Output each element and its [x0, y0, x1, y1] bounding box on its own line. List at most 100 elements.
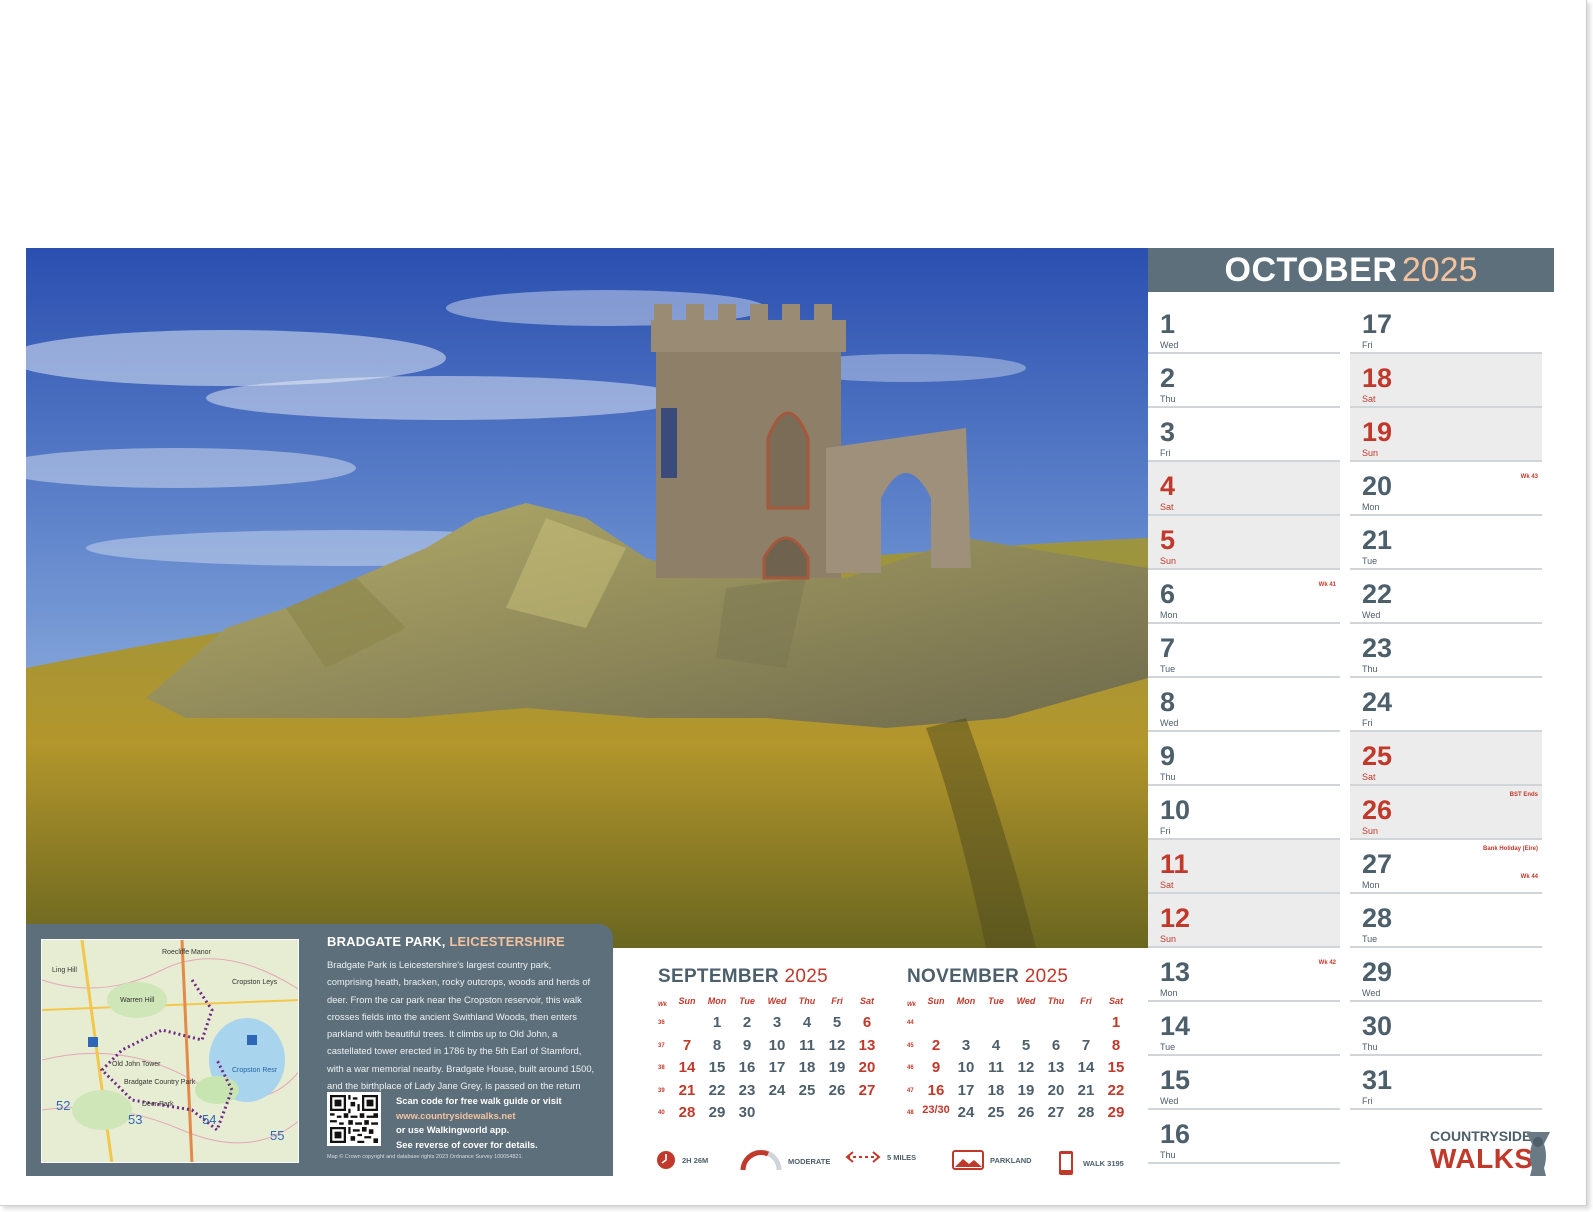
mini-day: 12 [1017, 1059, 1035, 1076]
mini-header-cell: Wk [658, 1002, 667, 1008]
day-cell: 10 Fri [1148, 786, 1340, 840]
difficulty-gauge-icon [740, 1150, 782, 1171]
mini-day: 21 [1077, 1081, 1095, 1099]
legend-distance-text: 5 MILES [887, 1152, 917, 1162]
day-name: Tue [1362, 556, 1378, 566]
day-cell: 13 Mon Wk 42 [1148, 948, 1340, 1002]
svg-text:Bradgate Country Park: Bradgate Country Park [124, 1079, 196, 1086]
mini-week-row: 39 21 22 23 24 25 26 27 [658, 1082, 898, 1104]
day-cell: 4 Sat [1148, 462, 1340, 516]
month-header: OCTOBER 2025 [1148, 248, 1554, 292]
day-number: 29 [1362, 957, 1393, 987]
mini-day: 25 [987, 1104, 1005, 1121]
scan-line-1: Scan code for free walk guide or visit [396, 1095, 562, 1106]
day-cell: 7 Tue [1148, 624, 1340, 678]
day-name: Thu [1160, 1150, 1176, 1160]
mini-week-row: 44 1 [907, 1014, 1147, 1036]
day-number: 1 [1160, 309, 1176, 339]
day-number: 30 [1362, 1011, 1393, 1041]
day-name: Sat [1362, 394, 1376, 404]
walk-county: LEICESTERSHIRE [449, 934, 565, 949]
mini-week-row: 46 9 10 11 12 13 14 15 [907, 1059, 1147, 1081]
mini-header-cell: Fri [831, 996, 843, 1006]
legend-difficulty: MODERATE [740, 1150, 830, 1172]
legend-distance: 5 MILES [845, 1150, 916, 1164]
november-mini-calendar: NOVEMBER 2025 Wk Sun Mon Tue Wed Thu Fri Sat 44 1… [907, 966, 1127, 1121]
mini-week-row: 40 28 29 30 [658, 1104, 898, 1126]
day-cell: 24 Fri [1350, 678, 1542, 732]
day-cell: 22 Wed [1350, 570, 1542, 624]
day-cell: 18 Sat [1350, 354, 1542, 408]
mini-header-cell: Mon [707, 996, 727, 1006]
mini-day: 21 [678, 1081, 696, 1099]
mini-week-row: 47 16 17 18 19 20 21 22 [907, 1082, 1147, 1104]
svg-text:Cropston Leys: Cropston Leys [232, 979, 278, 986]
mini-day: 10 [957, 1059, 975, 1076]
mini-week-number: 38 [658, 1065, 665, 1071]
day-note: Wk 43 [1520, 474, 1538, 480]
day-cell: 8 Wed [1148, 678, 1340, 732]
day-cell: 6 Mon Wk 41 [1148, 570, 1340, 624]
mini-day: 11 [988, 1059, 1004, 1076]
day-name: Wed [1160, 1096, 1179, 1106]
day-name: Fri [1362, 340, 1373, 350]
mini-day: 4 [991, 1036, 1001, 1054]
november-year: 2025 [1024, 966, 1069, 987]
day-note: Wk 42 [1318, 960, 1336, 966]
mini-day: 7 [1081, 1036, 1091, 1054]
mini-day: 22 [708, 1081, 726, 1099]
brand-logo: COUNTRYSIDE WALKS [1430, 1128, 1554, 1180]
day-cell: 12 Sun [1148, 894, 1340, 948]
day-cell: 23 Thu [1350, 624, 1542, 678]
day-note: Bank Holiday (Eire) [1482, 846, 1538, 852]
mini-day: 10 [768, 1036, 786, 1054]
mini-week-number: 36 [658, 1020, 665, 1026]
mini-day: 24 [768, 1081, 786, 1099]
day-name: Thu [1362, 1042, 1378, 1052]
scan-instructions: Scan code for free walk guide or visit w… [396, 1094, 562, 1152]
qr-code[interactable] [327, 1092, 381, 1146]
day-number: 9 [1160, 741, 1176, 771]
mini-day: 3 [772, 1014, 782, 1031]
mini-day: 22 [1107, 1081, 1125, 1099]
day-name: Fri [1362, 1096, 1373, 1106]
mini-day: 11 [799, 1036, 815, 1054]
svg-text:Deer Park: Deer Park [142, 1101, 174, 1108]
mini-day: 20 [1047, 1081, 1065, 1099]
day-name: Tue [1160, 1042, 1176, 1052]
mini-header-cell: Sat [1108, 996, 1123, 1006]
mini-header-cell: Thu [1047, 996, 1065, 1006]
day-name: Sat [1160, 502, 1174, 512]
mini-header-cell: Mon [956, 996, 976, 1006]
walk-map: Ling Hill Warren Hill Roecliffe Manor Cr… [41, 939, 299, 1163]
mini-week-row: 45 2 3 4 5 6 7 8 [907, 1037, 1147, 1059]
day-note: Wk 41 [1318, 582, 1336, 588]
brand-line-2: WALKS [1430, 1143, 1534, 1174]
mini-week-number: 45 [907, 1042, 914, 1049]
day-cell: 2 Thu [1148, 354, 1340, 408]
legend-time-text: 2H 26M [682, 1155, 709, 1165]
mini-header-cell: Tue [739, 996, 755, 1006]
day-name: Thu [1362, 664, 1378, 674]
mini-day: 27 [1047, 1104, 1065, 1121]
day-cell: 15 Wed [1148, 1056, 1340, 1110]
day-number: 13 [1160, 957, 1191, 987]
mini-week-number: 46 [907, 1065, 914, 1071]
day-number: 28 [1362, 903, 1393, 933]
day-number: 20 [1362, 471, 1393, 501]
mini-day: 30 [738, 1104, 756, 1121]
mini-header-cell: Sun [927, 996, 945, 1006]
november-title: NOVEMBER 2025 [907, 966, 1127, 988]
legend-walk-text: WALK 3195 [1083, 1158, 1124, 1168]
mini-week-row: 37 7 8 9 10 11 12 13 [658, 1037, 898, 1059]
day-number: 10 [1160, 795, 1191, 825]
scan-url-link[interactable]: www.countrysidewalks.net [396, 1109, 562, 1124]
terrain-icon [952, 1150, 984, 1170]
day-number: 21 [1362, 525, 1393, 555]
day-name: Wed [1160, 340, 1179, 350]
day-name: Wed [1362, 610, 1381, 620]
mini-day: 14 [678, 1059, 696, 1076]
scan-line-3: or use Walkingworld app. [396, 1124, 510, 1135]
day-number: 2 [1160, 363, 1176, 393]
day-name: Thu [1160, 394, 1176, 404]
